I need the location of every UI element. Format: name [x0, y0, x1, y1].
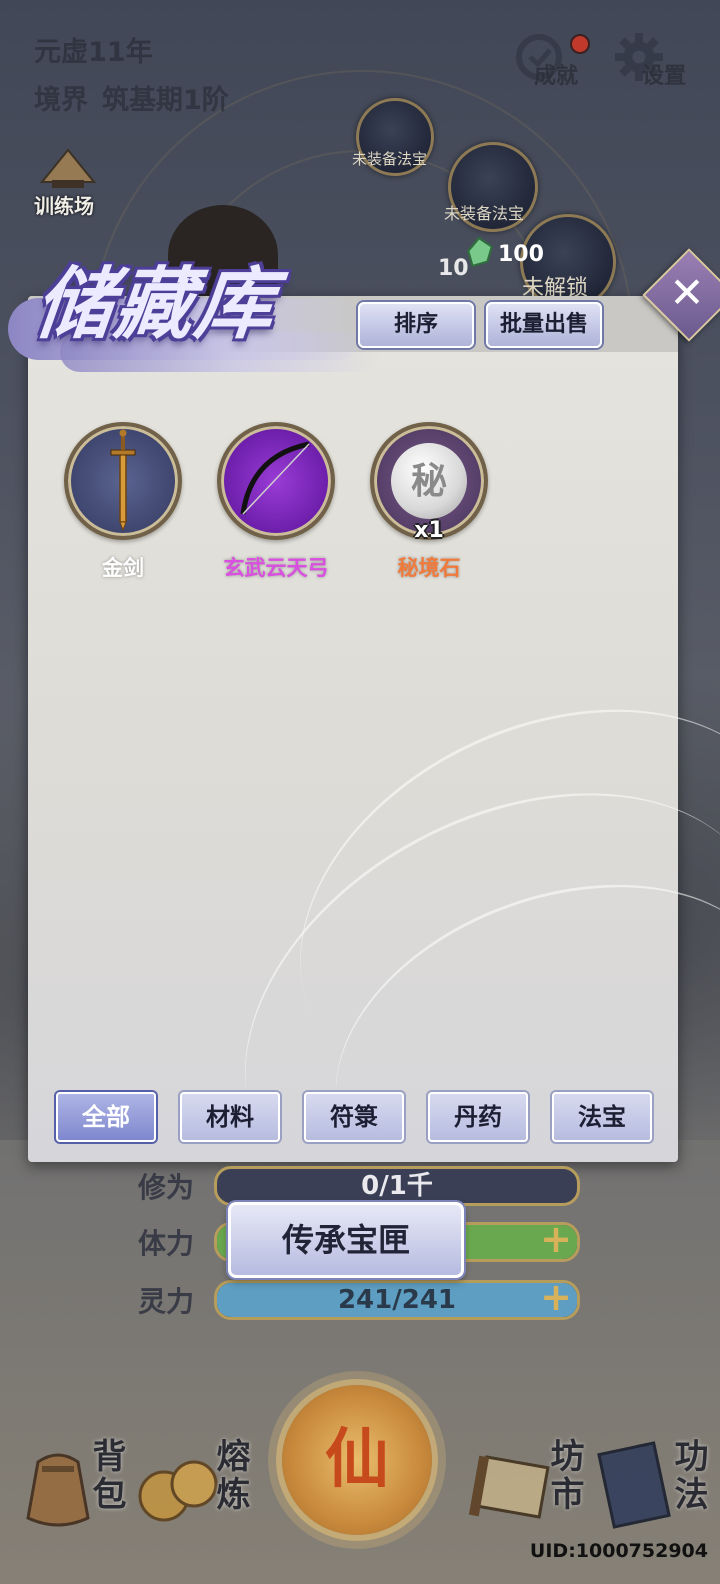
- cultivation-bar: 0/1千: [214, 1166, 580, 1206]
- legacy-treasure-box-button[interactable]: 传承宝匣: [228, 1202, 464, 1278]
- cultivation-label: 修为: [138, 1171, 195, 1204]
- storage-dialog: 金剑 玄武云天弓 秘 x1 秘境石 全部 材料 符箓 丹药 法宝: [28, 296, 720, 1309]
- item-name: 金剑: [102, 556, 144, 580]
- jade-count: 100: [498, 242, 544, 267]
- item-count: x1: [414, 518, 444, 543]
- tab-all[interactable]: 全部: [56, 1092, 156, 1142]
- bulk-sell-button[interactable]: 批量出售: [486, 302, 602, 348]
- stamina-label: 体力: [138, 1227, 195, 1260]
- nav-market[interactable]: 坊市: [468, 1430, 588, 1540]
- gourd-count: 10: [438, 256, 469, 281]
- stamina-plus-button[interactable]: +: [534, 1220, 578, 1258]
- nav-backpack[interactable]: 背包: [18, 1430, 128, 1540]
- training-ground-button[interactable]: 训练场: [34, 146, 114, 220]
- user-id: UID:1000752904: [529, 1540, 708, 1562]
- nav-smelt-label: 熔炼: [210, 1438, 250, 1514]
- item-frame: [64, 422, 182, 540]
- nav-skills-label: 功法: [668, 1438, 708, 1514]
- notification-dot: [570, 34, 590, 54]
- spirit-label: 灵力: [138, 1285, 195, 1318]
- realm-label: 境界: [34, 85, 88, 116]
- item-gold-sword[interactable]: 金剑: [53, 422, 193, 582]
- achievement-button[interactable]: 成就: [512, 30, 598, 89]
- year-text: 元虚11年: [34, 37, 153, 68]
- item-bow[interactable]: 玄武云天弓: [206, 422, 346, 582]
- cultivation-value: 0/1千: [361, 1171, 433, 1201]
- item-frame: 秘 x1: [370, 422, 488, 543]
- secret-stone-icon: 秘: [391, 443, 467, 519]
- straw-hat-icon: [39, 148, 97, 188]
- nav-skills[interactable]: 功法: [596, 1430, 716, 1540]
- nav-backpack-label: 背包: [86, 1438, 126, 1514]
- spirit-plus-button[interactable]: +: [534, 1278, 578, 1316]
- realm-value: 筑基期1阶: [102, 85, 229, 116]
- equipment-slot-2-label: 未装备法宝: [444, 204, 525, 223]
- dialog-title-banner: 储藏库: [0, 228, 380, 388]
- spirit-value: 241/241: [337, 1285, 457, 1315]
- achievement-label: 成就: [534, 64, 579, 89]
- nav-center-immortal-button[interactable]: 仙: [282, 1385, 432, 1535]
- item-name: 秘境石: [397, 556, 461, 580]
- equipment-slot-1-label: 未装备法宝: [352, 150, 428, 168]
- bow-icon: [240, 441, 310, 515]
- item-name: 玄武云天弓: [223, 556, 329, 580]
- item-secret-stone[interactable]: 秘 x1 秘境石: [359, 422, 499, 582]
- tab-talismans[interactable]: 符箓: [304, 1092, 404, 1142]
- item-frame: [217, 422, 335, 540]
- settings-label: 设置: [642, 64, 687, 89]
- training-ground-label: 训练场: [34, 194, 94, 218]
- sort-button[interactable]: 排序: [358, 302, 474, 348]
- dialog-title: 储藏库: [30, 259, 281, 350]
- tab-pills[interactable]: 丹药: [428, 1092, 528, 1142]
- settings-button[interactable]: 设置: [612, 30, 698, 89]
- spirit-bar: 241/241: [214, 1280, 580, 1320]
- gold-sword-icon: [110, 429, 136, 532]
- nav-smelt[interactable]: 熔炼: [136, 1430, 256, 1540]
- nav-market-label: 坊市: [544, 1438, 584, 1514]
- tab-materials[interactable]: 材料: [180, 1092, 280, 1142]
- tab-artifacts[interactable]: 法宝: [552, 1092, 652, 1142]
- jade-icon: [467, 236, 493, 268]
- close-icon[interactable]: ✕: [656, 262, 718, 324]
